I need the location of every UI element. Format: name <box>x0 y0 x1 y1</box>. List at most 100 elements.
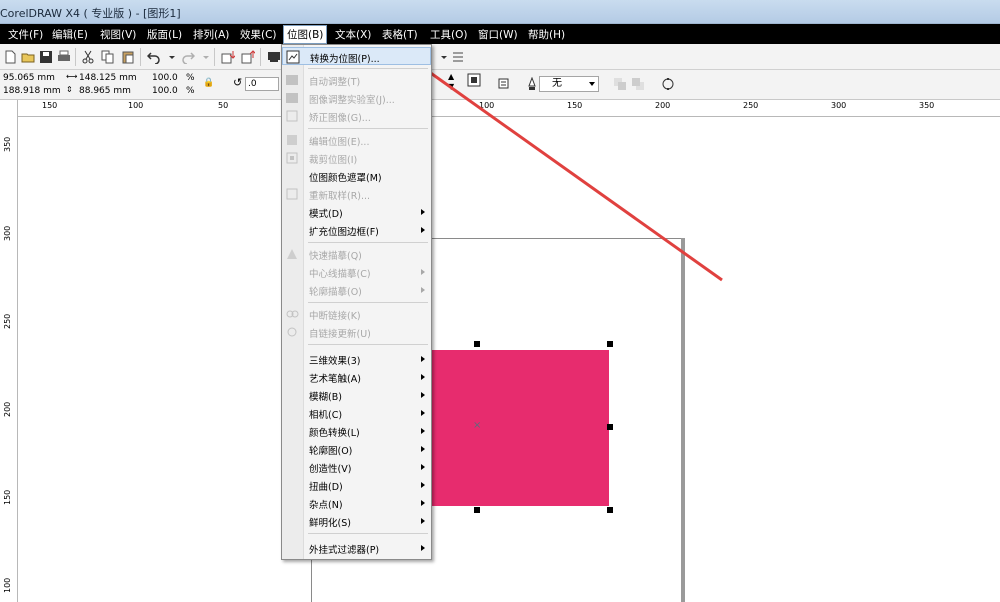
vertical-ruler[interactable]: 350 300 250 200 150 100 <box>0 100 18 602</box>
update-from-link-item[interactable]: 自链接更新(U) <box>282 323 431 341</box>
horizontal-ruler[interactable]: 150 100 50 100 150 200 250 300 350 <box>18 100 1000 117</box>
menu-bitmaps[interactable]: 位图(B) <box>283 25 328 44</box>
width-value[interactable]: 148.125 mm <box>79 73 137 83</box>
submenu-arrow-icon <box>421 287 425 293</box>
options-icon[interactable] <box>450 49 466 65</box>
creative-item[interactable]: 创造性(V) <box>282 458 431 476</box>
ruler-tick-label: 200 <box>655 101 671 110</box>
mode-item[interactable]: 模式(D) <box>282 203 431 221</box>
redo-dropdown-icon[interactable] <box>198 49 214 65</box>
x-position-value[interactable]: 95.065 mm <box>3 73 55 83</box>
selection-handle[interactable] <box>474 341 480 347</box>
import-icon[interactable] <box>220 49 236 65</box>
menu-item-label: 矫正图像(G)... <box>309 113 371 124</box>
image-adjustment-lab-item[interactable]: 图像调整实验室(J)... <box>282 89 431 107</box>
edit-bitmap-item[interactable]: 编辑位图(E)... <box>282 131 431 149</box>
plugins-item[interactable]: 外挂式过滤器(P) <box>282 539 431 557</box>
blur-item[interactable]: 模糊(B) <box>282 386 431 404</box>
undo-dropdown-icon[interactable] <box>164 49 180 65</box>
auto-adjust-item[interactable]: 自动调整(T) <box>282 71 431 89</box>
submenu-arrow-icon <box>421 464 425 470</box>
convert-bitmap-icon <box>286 50 300 64</box>
menu-arrange[interactable]: 排列(A) <box>193 27 229 42</box>
scale-width-value[interactable]: 100.0 <box>152 73 178 83</box>
text-wrap-options-icon[interactable] <box>496 76 512 92</box>
menu-item-label: 模式(D) <box>309 209 343 220</box>
ruler-tick-label: 250 <box>3 313 12 329</box>
break-link-item[interactable]: 中断链接(K) <box>282 305 431 323</box>
ruler-tick-label: 150 <box>42 101 58 110</box>
ruler-tick-label: 150 <box>3 489 12 505</box>
save-icon[interactable] <box>38 49 54 65</box>
menu-item-label: 三维效果(3) <box>309 356 361 367</box>
noise-item[interactable]: 杂点(N) <box>282 494 431 512</box>
camera-item[interactable]: 相机(C) <box>282 404 431 422</box>
to-back-icon[interactable] <box>630 76 646 92</box>
width-icon: ⟷ <box>66 72 78 81</box>
update-link-icon <box>285 325 299 339</box>
height-value[interactable]: 88.965 mm <box>79 86 131 96</box>
selection-handle[interactable] <box>607 341 613 347</box>
ruler-tick-label: 350 <box>919 101 935 110</box>
3d-effects-item[interactable]: 三维效果(3) <box>282 350 431 368</box>
color-transform-item[interactable]: 颜色转换(L) <box>282 422 431 440</box>
selection-handle[interactable] <box>474 507 480 513</box>
menu-text[interactable]: 文本(X) <box>335 27 371 42</box>
open-icon[interactable] <box>20 49 36 65</box>
spin-down-icon[interactable]: ▼ <box>448 82 454 91</box>
straighten-image-item[interactable]: 矫正图像(G)... <box>282 107 431 125</box>
convert-to-bitmap-item[interactable]: 转换为位图(P)... <box>282 47 431 65</box>
menu-edit[interactable]: 编辑(E) <box>52 27 88 42</box>
submenu-arrow-icon <box>421 446 425 452</box>
submenu-arrow-icon <box>421 227 425 233</box>
menu-item-label: 颜色转换(L) <box>309 428 360 439</box>
new-document-icon[interactable] <box>2 49 18 65</box>
undo-icon[interactable] <box>146 49 162 65</box>
inflate-bitmap-item[interactable]: 扩充位图边框(F) <box>282 221 431 239</box>
drawing-canvas[interactable]: × <box>19 118 1000 602</box>
lock-ratio-icon[interactable]: 🔒 <box>203 78 214 88</box>
spin-up-icon[interactable]: ▲ <box>448 72 454 81</box>
export-icon[interactable] <box>240 49 256 65</box>
crop-bitmap-item[interactable]: 裁剪位图(I) <box>282 149 431 167</box>
submenu-arrow-icon <box>421 410 425 416</box>
menu-item-label: 中心线描摹(C) <box>309 269 371 280</box>
sharpen-item[interactable]: 鲜明化(S) <box>282 512 431 530</box>
menu-layout[interactable]: 版面(L) <box>147 27 182 42</box>
bitmap-color-mask-item[interactable]: 位图颜色遮罩(M) <box>282 167 431 185</box>
outline-trace-item[interactable]: 轮廓描摹(O) <box>282 281 431 299</box>
quick-trace-item[interactable]: 快速描摹(Q) <box>282 245 431 263</box>
cut-icon[interactable] <box>80 49 96 65</box>
menu-table[interactable]: 表格(T) <box>382 27 418 42</box>
paste-icon[interactable] <box>120 49 136 65</box>
convert-to-curves-icon[interactable] <box>660 76 676 92</box>
rotation-input[interactable]: .0 <box>245 77 279 91</box>
resample-item[interactable]: 重新取样(R)... <box>282 185 431 203</box>
menu-tools[interactable]: 工具(O) <box>430 27 467 42</box>
selection-handle[interactable] <box>607 424 613 430</box>
selection-handle[interactable] <box>607 507 613 513</box>
redo-icon[interactable] <box>180 49 196 65</box>
contour-item[interactable]: 轮廓图(O) <box>282 440 431 458</box>
to-front-icon[interactable] <box>612 76 628 92</box>
scale-height-value[interactable]: 100.0 <box>152 86 178 96</box>
wrap-text-icon[interactable] <box>466 72 482 88</box>
art-strokes-item[interactable]: 艺术笔触(A) <box>282 368 431 386</box>
ruler-tick-label: 100 <box>3 577 12 593</box>
application-launcher-icon[interactable] <box>266 49 282 65</box>
distort-item[interactable]: 扭曲(D) <box>282 476 431 494</box>
pink-rectangle[interactable] <box>431 350 609 506</box>
copy-icon[interactable] <box>100 49 116 65</box>
y-position-value[interactable]: 188.918 mm <box>3 86 61 96</box>
menu-file[interactable]: 文件(F) <box>8 27 43 42</box>
outline-width-dropdown[interactable]: 无 <box>539 76 599 92</box>
outline-width-value: 无 <box>552 78 562 89</box>
menu-effects[interactable]: 效果(C) <box>240 27 277 42</box>
centerline-trace-item[interactable]: 中心线描摹(C) <box>282 263 431 281</box>
menu-window[interactable]: 窗口(W) <box>478 27 518 42</box>
menu-item-label: 自动调整(T) <box>309 77 361 88</box>
menu-view[interactable]: 视图(V) <box>100 27 136 42</box>
menu-help[interactable]: 帮助(H) <box>528 27 565 42</box>
menu-separator <box>308 533 428 534</box>
print-icon[interactable] <box>56 49 72 65</box>
